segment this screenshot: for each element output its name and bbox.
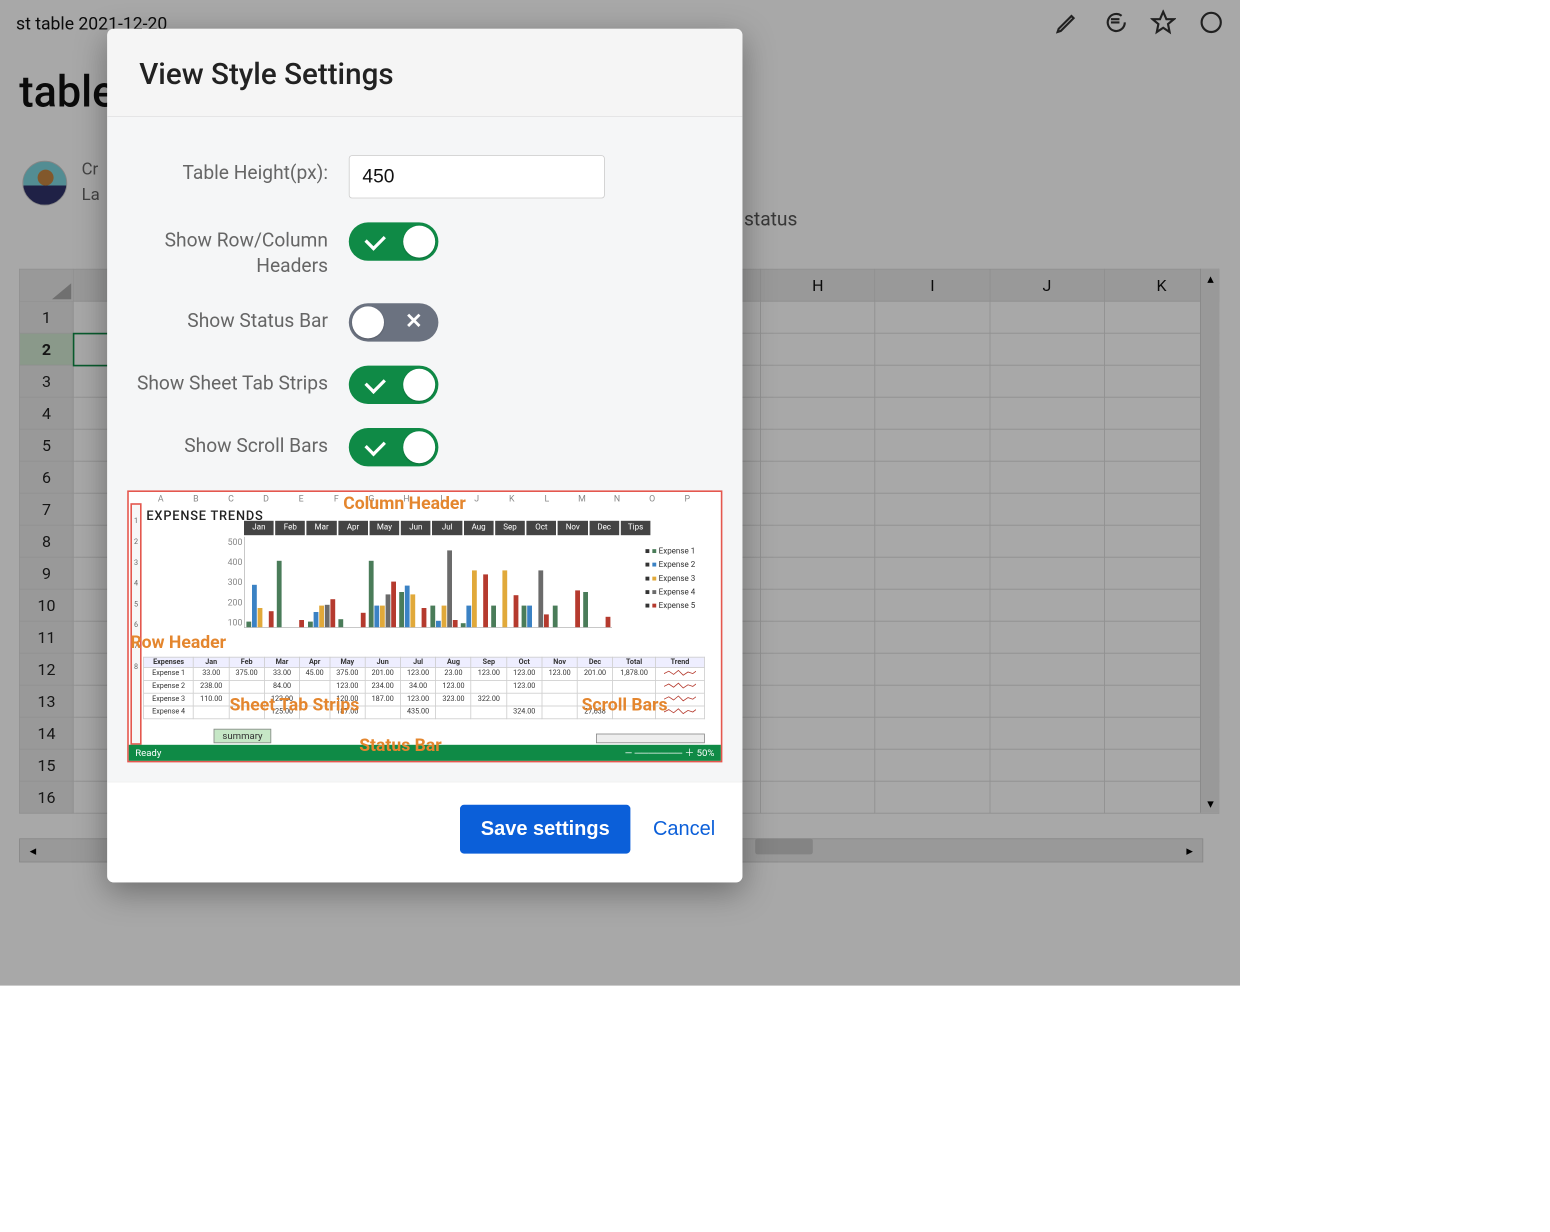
annot-row-header: Row Header [130, 633, 226, 653]
dialog-header: View Style Settings [107, 29, 742, 117]
annot-column-header: Column Header [343, 493, 466, 513]
show-tabstrips-toggle[interactable] [349, 365, 439, 403]
annot-scroll-bars: Scroll Bars [582, 695, 668, 715]
show-headers-label: Show Row/Column Headers [126, 222, 328, 279]
table-height-label: Table Height(px): [126, 155, 328, 186]
show-statusbar-toggle[interactable] [349, 303, 439, 341]
save-button[interactable]: Save settings [460, 805, 631, 854]
show-statusbar-label: Show Status Bar [126, 303, 328, 334]
cancel-button[interactable]: Cancel [653, 817, 715, 840]
table-height-input[interactable] [349, 155, 605, 198]
view-style-settings-dialog: View Style Settings Table Height(px): Sh… [107, 29, 742, 882]
show-scrollbars-toggle[interactable] [349, 428, 439, 466]
annot-status-bar: Status Bar [359, 736, 442, 756]
preview-sheet-tab: summary [214, 729, 272, 743]
layout-preview-diagram: ABCDEFGHIJKLMNOP 12345678 EXPENSE TRENDS… [127, 490, 722, 762]
dialog-title: View Style Settings [139, 58, 710, 92]
annot-sheet-tab-strips: Sheet Tab Strips [230, 695, 360, 715]
show-scrollbars-label: Show Scroll Bars [126, 428, 328, 459]
show-tabstrips-label: Show Sheet Tab Strips [126, 365, 328, 396]
show-headers-toggle[interactable] [349, 222, 439, 260]
